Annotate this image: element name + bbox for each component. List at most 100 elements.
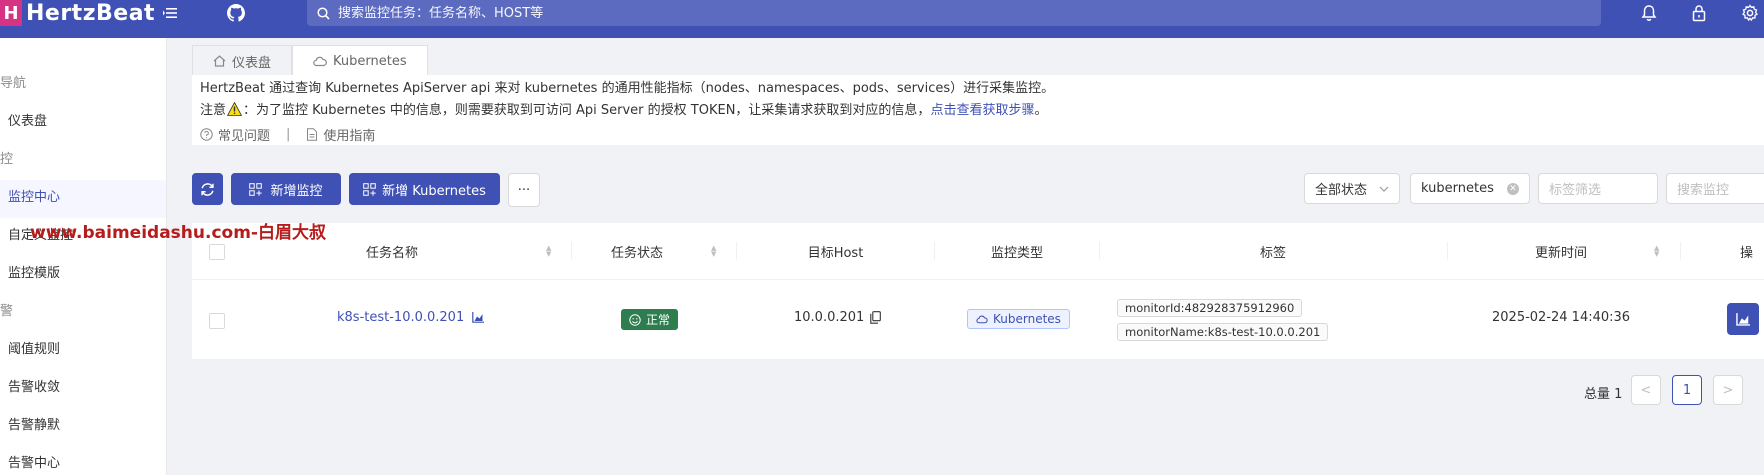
faq-link[interactable]: 常见问题: [218, 125, 270, 144]
sidebar-item-alert-silence[interactable]: 告警静默: [8, 414, 60, 433]
host-value: 10.0.0.201: [794, 310, 865, 325]
select-all-checkbox[interactable]: [209, 244, 225, 260]
monitor-type-tag: Kubernetes: [967, 309, 1070, 329]
status-badge: 正常: [621, 309, 679, 330]
copy-icon[interactable]: [870, 311, 882, 324]
tag-filter-input[interactable]: 标签筛选: [1538, 173, 1658, 204]
sidebar-group-monitor: 控: [0, 152, 14, 167]
app-filter-value: kubernetes: [1421, 181, 1494, 196]
search-icon: [317, 6, 330, 20]
monitor-search-input[interactable]: 搜索监控: [1666, 173, 1764, 204]
sidebar-group-alert: 警: [0, 304, 14, 319]
sidebar: 导航 仪表盘 控 监控中心 自定义监控 监控模版 警 阈值规则 告警收敛 告警静…: [0, 38, 167, 475]
help-divider: |: [286, 127, 291, 142]
gear-icon[interactable]: [1738, 0, 1762, 26]
more-icon: ···: [517, 182, 531, 198]
menu-icon[interactable]: [158, 0, 182, 26]
status-cell: 正常: [621, 309, 679, 330]
bell-icon[interactable]: [1637, 0, 1661, 26]
add-monitor-label: 新增监控: [270, 183, 323, 199]
refresh-icon: [201, 182, 214, 196]
top-header: H HertzBeat: [0, 0, 1764, 38]
col-labels: 标签: [1259, 245, 1286, 261]
notice-suffix: 。: [1034, 103, 1048, 118]
question-circle-icon: [200, 128, 213, 141]
clear-icon[interactable]: ✕: [1507, 182, 1519, 195]
tab-kubernetes[interactable]: Kubernetes: [292, 45, 428, 76]
monitor-search-placeholder: 搜索监控: [1677, 183, 1730, 198]
notice-text: ：为了监控 Kubernetes 中的信息，则需要获取到可访问 Api Serv…: [243, 103, 931, 118]
appstore-add-icon: [363, 182, 376, 196]
watermark: www.baimeidashu.com-白眉大叔: [30, 223, 326, 243]
add-kubernetes-label: 新增 Kubernetes: [382, 183, 486, 199]
sidebar-item-alert-converge[interactable]: 告警收敛: [8, 376, 60, 395]
add-kubernetes-button[interactable]: 新增 Kubernetes: [349, 173, 500, 205]
page-tabs: 仪表盘 Kubernetes: [192, 45, 428, 76]
status-text: 正常: [646, 313, 671, 327]
label-tag-monitor-name: monitorName:k8s-test-10.0.0.201: [1117, 323, 1329, 341]
sort-icon[interactable]: ▲ ▼: [1654, 245, 1659, 258]
logo[interactable]: H HertzBeat: [0, 0, 155, 26]
task-name-link[interactable]: k8s-test-10.0.0.201: [337, 310, 464, 325]
sidebar-item-threshold-rules[interactable]: 阈值规则: [8, 338, 60, 357]
global-search-input[interactable]: [336, 4, 1440, 22]
sidebar-item-dashboard[interactable]: 仪表盘: [8, 110, 47, 129]
appstore-add-icon: [249, 182, 263, 196]
sidebar-group-nav: 导航: [0, 76, 27, 91]
col-task-name[interactable]: 任务名称: [332, 223, 452, 279]
table-header: 任务名称 ▲ ▼ 任务状态 ▲ ▼ 目标Host 监控类型 标签 更新时间 ▲ ▼ 操: [192, 223, 1764, 280]
monitor-type-text: Kubernetes: [993, 312, 1061, 326]
col-actions: 操: [1740, 245, 1754, 261]
column-divider: [1680, 242, 1681, 260]
pagination-total: 总量 1: [1584, 387, 1623, 402]
refresh-button[interactable]: [192, 173, 223, 205]
sidebar-item-monitor-template[interactable]: 监控模版: [8, 262, 60, 281]
status-filter-value: 全部状态: [1315, 183, 1368, 198]
tab-kubernetes-label: Kubernetes: [333, 53, 407, 69]
tag-filter-placeholder: 标签筛选: [1549, 183, 1602, 198]
notice-prefix: 注意: [200, 103, 227, 118]
app-filter-select[interactable]: kubernetes ✕: [1410, 173, 1530, 204]
sidebar-item-monitor-center[interactable]: 监控中心: [8, 186, 60, 205]
host-cell: 10.0.0.201: [794, 310, 882, 325]
tab-dashboard-label: 仪表盘: [232, 55, 272, 71]
logo-text: HertzBeat: [26, 0, 156, 26]
label-tag-monitor-id: monitorId:482928375912960: [1117, 299, 1303, 317]
view-metrics-button[interactable]: [1727, 303, 1759, 335]
more-actions-button[interactable]: ···: [508, 173, 540, 207]
row-checkbox[interactable]: [209, 313, 225, 329]
sort-icon[interactable]: ▲ ▼: [546, 245, 551, 258]
sidebar-item-alert-center[interactable]: 告警中心: [8, 452, 60, 471]
guide-link[interactable]: 使用指南: [323, 125, 375, 144]
token-steps-link[interactable]: 点击查看获取步骤: [930, 103, 1034, 118]
chevron-down-icon: [1379, 186, 1389, 192]
status-filter-select[interactable]: 全部状态: [1304, 173, 1400, 204]
updated-time-cell: 2025-02-24 14:40:36: [1492, 310, 1631, 325]
page-1-button[interactable]: 1: [1672, 375, 1702, 405]
lock-icon[interactable]: [1687, 0, 1711, 26]
smile-icon: [629, 313, 641, 326]
logo-icon: H: [0, 0, 22, 26]
col-task-status[interactable]: 任务状态: [587, 223, 687, 279]
next-page-button[interactable]: >: [1713, 375, 1743, 405]
column-divider: [571, 242, 572, 260]
warning-icon: [226, 101, 243, 120]
global-search[interactable]: [307, 0, 1601, 26]
sort-icon[interactable]: ▲ ▼: [711, 245, 716, 258]
cloud-icon: [976, 315, 988, 323]
home-icon: [213, 55, 226, 67]
type-cell: Kubernetes: [967, 309, 1070, 329]
monitor-table: 任务名称 ▲ ▼ 任务状态 ▲ ▼ 目标Host 监控类型 标签 更新时间 ▲ ▼ 操…: [192, 223, 1764, 359]
prev-page-button[interactable]: <: [1631, 375, 1661, 405]
help-links: 常见问题 | 使用指南: [200, 125, 375, 144]
tab-dashboard[interactable]: 仪表盘: [192, 45, 293, 76]
cloud-icon: [313, 56, 327, 66]
info-panel: HertzBeat 通过查询 Kubernetes ApiServer api …: [192, 75, 1764, 145]
area-chart-icon: [1736, 312, 1750, 326]
col-updated-time[interactable]: 更新时间: [1448, 223, 1674, 279]
area-chart-icon[interactable]: [472, 312, 485, 323]
task-name-cell: k8s-test-10.0.0.201: [337, 310, 485, 325]
col-monitor-type: 监控类型: [990, 245, 1043, 261]
add-monitor-button[interactable]: 新增监控: [231, 173, 341, 205]
github-icon[interactable]: [224, 0, 248, 26]
